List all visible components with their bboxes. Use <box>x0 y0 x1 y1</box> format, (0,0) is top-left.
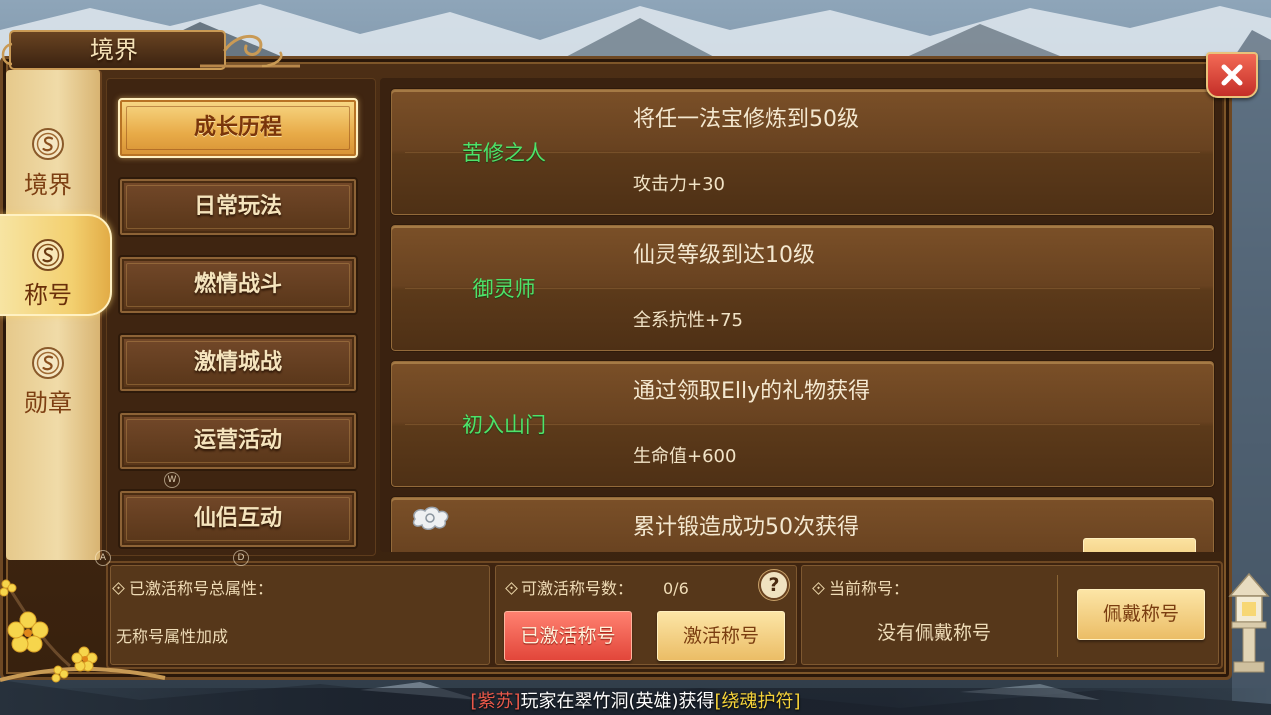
activated-titles-button[interactable]: 已激活称号 <box>504 611 632 661</box>
title-condition: 累计锻造成功50次获得 <box>633 515 859 540</box>
title-condition: 通过领取Elly的礼物获得 <box>633 379 871 404</box>
game-screen: 境界 境界 称号 勋章 成长历程 日常玩法 燃情战斗 激情城战 运营活动 仙侣互… <box>0 0 1271 715</box>
title-row[interactable]: 初入山门 通过领取Elly的礼物获得 生命值+600 <box>390 360 1215 488</box>
lantern-decoration <box>1228 572 1270 673</box>
message-text: 玩家在翠竹洞(英雄)获得 <box>520 691 715 712</box>
side-tab-title[interactable]: 称号 <box>0 214 112 316</box>
key-hint-d: D <box>233 550 249 566</box>
key-hint-w: W <box>164 472 180 488</box>
emblem-icon <box>32 128 64 160</box>
cloud-ornament-icon <box>412 506 449 530</box>
category-partner-button[interactable]: 仙侣互动 <box>118 489 358 549</box>
row-action-button[interactable] <box>1083 538 1196 552</box>
title-name: 御灵师 <box>472 277 536 301</box>
category-daily-button[interactable]: 日常玩法 <box>118 177 358 237</box>
message-item-link[interactable]: [绕魂护符] <box>715 691 801 712</box>
title-row[interactable]: 累计锻造成功50次获得 <box>390 496 1215 552</box>
key-hint-a: A <box>95 550 111 566</box>
title-condition: 仙灵等级到达10级 <box>633 243 815 268</box>
current-title-value: 没有佩戴称号 <box>876 622 991 644</box>
title-bonus: 攻击力+30 <box>633 174 725 195</box>
flower-decoration <box>0 579 166 683</box>
activatable-count-label: 可激活称号数： <box>521 579 634 598</box>
message-player-name[interactable]: [紫苏] <box>470 691 520 712</box>
category-label: 成长历程 <box>193 115 282 140</box>
title-name: 初入山门 <box>462 413 546 437</box>
category-label: 运营活动 <box>193 428 282 453</box>
category-label: 激情城战 <box>193 350 282 375</box>
activatable-count-value: 0/6 <box>663 579 689 598</box>
side-tab-label: 境界 <box>24 171 72 199</box>
side-tab-label: 称号 <box>24 281 72 309</box>
close-button[interactable] <box>1206 52 1258 98</box>
system-message: [紫苏]玩家在翠竹洞(英雄)获得[绕魂护符] <box>0 691 1271 713</box>
category-events-button[interactable]: 运营活动 <box>118 411 358 471</box>
category-growth-button[interactable]: 成长历程 <box>118 98 358 158</box>
emblem-icon <box>32 239 64 271</box>
wear-title-button[interactable]: 佩戴称号 <box>1077 589 1205 640</box>
title-condition: 将任一法宝修炼到50级 <box>633 107 859 132</box>
activate-title-button[interactable]: 激活称号 <box>657 611 785 661</box>
close-icon <box>1221 64 1243 86</box>
title-list[interactable]: 苦修之人 将任一法宝修炼到50级 攻击力+30 御灵师 仙灵等级到达10级 全系… <box>380 78 1222 552</box>
side-tab-medal[interactable]: 勋章 <box>0 330 100 422</box>
category-battle-button[interactable]: 燃情战斗 <box>118 255 358 315</box>
side-tab-realm[interactable]: 境界 <box>0 118 100 210</box>
side-tab-label: 勋章 <box>24 389 72 417</box>
question-mark-icon[interactable] <box>759 570 789 600</box>
category-city-war-button[interactable]: 激情城战 <box>118 333 358 393</box>
category-label: 仙侣互动 <box>193 506 282 531</box>
title-name: 苦修之人 <box>462 141 546 165</box>
window-title: 境界 <box>90 36 138 64</box>
title-row[interactable]: 苦修之人 将任一法宝修炼到50级 攻击力+30 <box>390 88 1215 216</box>
category-label: 燃情战斗 <box>193 272 282 297</box>
title-bonus: 全系抗性+75 <box>633 310 743 331</box>
title-row[interactable]: 御灵师 仙灵等级到达10级 全系抗性+75 <box>390 224 1215 352</box>
emblem-icon <box>32 347 64 379</box>
current-title-label: 当前称号： <box>829 579 910 598</box>
title-bonus: 生命值+600 <box>633 446 737 467</box>
category-label: 日常玩法 <box>193 194 282 219</box>
section-divider <box>1057 575 1058 657</box>
